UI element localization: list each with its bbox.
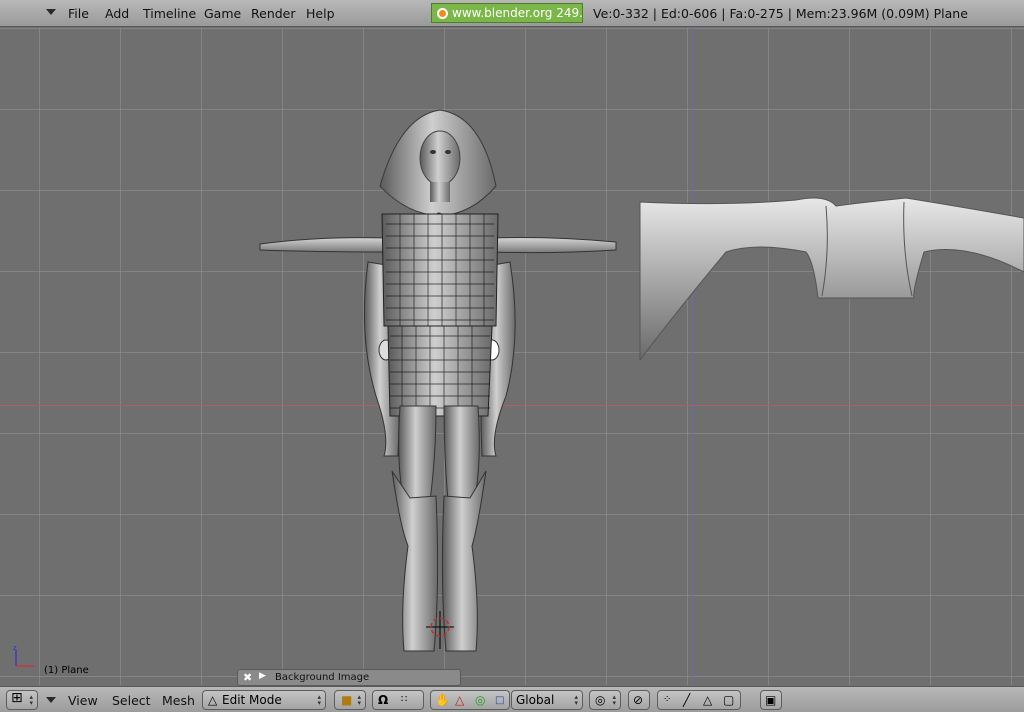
pivot-button[interactable]: Ω ∷	[372, 690, 424, 710]
picture-icon: ▣	[765, 693, 777, 707]
blender-logo-icon	[437, 8, 448, 19]
proportional-edit-button[interactable]: ◎ ▴ ▾	[589, 690, 621, 710]
expand-triangle-icon[interactable]: ▶	[259, 671, 266, 681]
menu-file[interactable]: File	[68, 6, 89, 21]
menu-timeline[interactable]: Timeline	[143, 6, 196, 21]
snap-button[interactable]: ⊘	[628, 690, 650, 710]
info-header: File Add Timeline Game Render Help www.b…	[0, 0, 1024, 27]
draw-type-button[interactable]: ■ ▴ ▾	[334, 690, 366, 710]
select-mode-group[interactable]: ⁘ ╱ △ ▢	[657, 690, 741, 710]
orientation-value: Global	[516, 693, 555, 707]
3d-view-header: ⊞ ▴ ▾ View Select Mesh △ Edit Mode ▴ ▾ ■ ▴…	[0, 686, 1024, 712]
pivot-dots-icon: ∷	[401, 694, 408, 705]
close-icon[interactable]: ✖	[243, 671, 252, 684]
green-circle-icon[interactable]: ◎	[475, 694, 485, 706]
blender-version-badge[interactable]: www.blender.org 249.2	[431, 3, 583, 23]
cube-outline-icon[interactable]: ▢	[723, 694, 734, 706]
manipulator-group[interactable]: ✋ △ ◎ □	[430, 690, 510, 710]
header-collapse-icon[interactable]	[46, 697, 56, 703]
edge-line-icon[interactable]: ╱	[683, 694, 690, 706]
svg-text:z: z	[13, 646, 17, 652]
blender-version-text: www.blender.org 249.2	[452, 6, 583, 20]
render-preview-button[interactable]: ▣	[760, 690, 782, 710]
active-object-label: (1) Plane	[44, 665, 89, 676]
stripes-icon: ⊘	[633, 693, 644, 707]
menu-game[interactable]: Game	[204, 6, 241, 21]
hand-icon[interactable]: ✋	[435, 694, 450, 706]
3d-viewport[interactable]: z (1) Plane	[0, 28, 1024, 685]
character-model[interactable]	[250, 106, 622, 666]
mesh-closeup-render	[639, 197, 1024, 360]
magnet-icon: Ω	[378, 693, 389, 707]
background-image-label: Background Image	[275, 672, 370, 683]
view-axes-icon: z	[13, 646, 34, 667]
menu-mesh[interactable]: Mesh	[162, 693, 195, 708]
mode-value: Edit Mode	[222, 693, 282, 707]
menu-add[interactable]: Add	[105, 6, 129, 21]
target-icon: ◎	[595, 693, 606, 707]
menu-help[interactable]: Help	[306, 6, 335, 21]
scene-stats: Ve:0-332 | Ed:0-606 | Fa:0-275 | Mem:23.…	[593, 6, 968, 21]
red-triangle-icon[interactable]: △	[455, 694, 464, 706]
vertex-dots-icon[interactable]: ⁘	[663, 694, 671, 706]
face-triangle-icon[interactable]: △	[703, 694, 712, 706]
crosshair-grid-icon: ⊞	[11, 690, 23, 706]
vertex-triangle-icon: △	[208, 693, 218, 707]
menu-select[interactable]: Select	[112, 693, 151, 708]
3d-cursor-icon[interactable]	[426, 611, 454, 649]
blue-square-icon[interactable]: □	[495, 695, 504, 707]
background-image-panel[interactable]: ✖ ▶ Background Image	[237, 669, 461, 686]
header-collapse-icon[interactable]	[46, 9, 56, 15]
solid-cube-icon: ■	[341, 693, 353, 707]
menu-render[interactable]: Render	[251, 6, 296, 21]
mode-select[interactable]: △ Edit Mode ▴ ▾	[202, 690, 326, 710]
editor-type-button[interactable]: ⊞ ▴ ▾	[6, 690, 38, 710]
orientation-select[interactable]: Global ▴ ▾	[511, 690, 583, 710]
menu-view[interactable]: View	[68, 693, 98, 708]
